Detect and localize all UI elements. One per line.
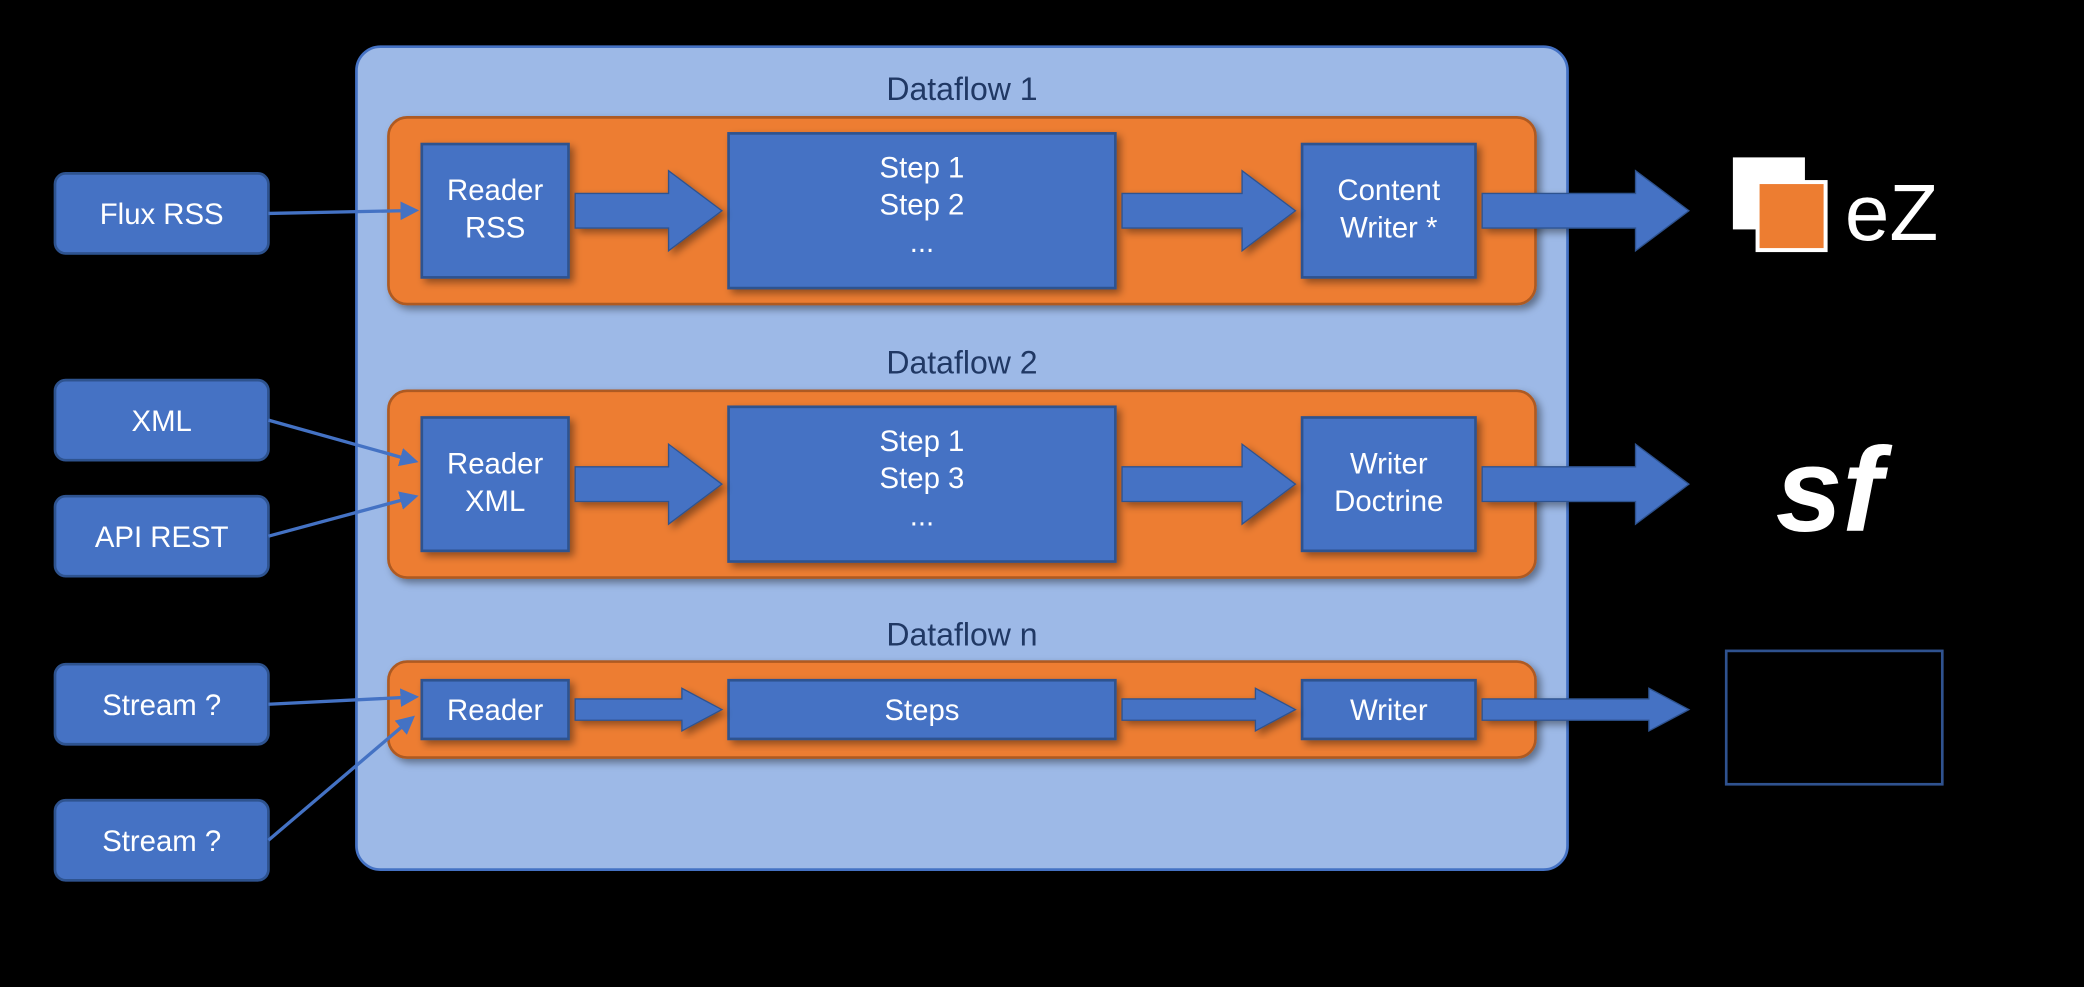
ez-logo: eZ (1726, 144, 2015, 269)
diagram-canvas: Dataflow 1 ReaderRSS Step 1Step 2... Con… (0, 0, 2084, 987)
ez-logo-text: eZ (1845, 168, 1938, 257)
input-apirest-label: API REST (95, 521, 229, 554)
dataflow2-title: Dataflow 2 (886, 344, 1037, 380)
dataflown-steps-label: Steps (884, 694, 959, 727)
output-empty-box (1726, 651, 1942, 784)
input-stream2-label: Stream ? (102, 825, 221, 858)
dataflown-writer-label: Writer (1350, 694, 1428, 727)
dataflown-title: Dataflow n (886, 617, 1037, 653)
dataflown-reader-label: Reader (447, 694, 543, 727)
input-xml-label: XML (132, 405, 192, 438)
symfony-logo: sf (1776, 423, 1893, 557)
input-fluxrss-label: Flux RSS (100, 198, 224, 231)
input-stream1-label: Stream ? (102, 689, 221, 722)
dataflow1-title: Dataflow 1 (886, 71, 1037, 107)
svg-text:sf: sf (1776, 423, 1893, 557)
